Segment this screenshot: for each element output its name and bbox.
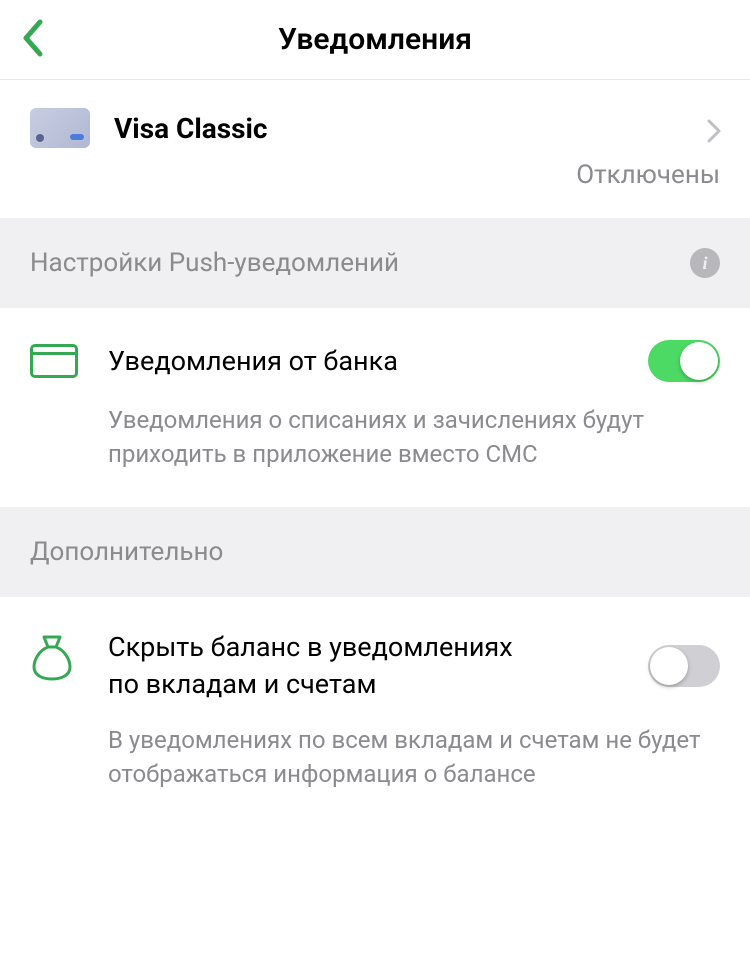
- setting-bank-notifications: Уведомления от банка Уведомления о списа…: [0, 308, 750, 507]
- card-item[interactable]: Visa Classic Отключены: [0, 80, 750, 218]
- toggle-knob: [650, 647, 688, 685]
- section-header-label: Настройки Push-уведомлений: [30, 248, 399, 278]
- credit-card-icon: [30, 108, 90, 148]
- setting-hide-balance: Скрыть баланс в уведомлениях по вкладам …: [0, 597, 750, 827]
- page-title: Уведомления: [20, 22, 730, 57]
- toggle-knob: [680, 342, 718, 380]
- section-header-label: Дополнительно: [30, 537, 223, 567]
- card-name: Visa Classic: [114, 112, 268, 145]
- section-header-push: Настройки Push-уведомлений i: [0, 218, 750, 308]
- money-bag-icon: [30, 633, 74, 681]
- setting-description: Уведомления о списаниях и зачислениях бу…: [108, 404, 720, 471]
- chevron-left-icon: [20, 18, 46, 58]
- setting-title: Скрыть баланс в уведомлениях по вкладам …: [108, 629, 528, 702]
- info-icon[interactable]: i: [690, 248, 720, 278]
- card-outline-icon: [30, 344, 78, 378]
- section-header-additional: Дополнительно: [0, 507, 750, 597]
- card-status: Отключены: [0, 160, 750, 218]
- chevron-right-icon: [706, 118, 722, 148]
- setting-description: В уведомлениях по всем вкладам и счетам …: [108, 724, 720, 791]
- header-bar: Уведомления: [0, 0, 750, 80]
- back-button[interactable]: [20, 18, 46, 62]
- setting-title: Уведомления от банка: [108, 343, 398, 379]
- toggle-bank-notifications[interactable]: [648, 340, 720, 382]
- toggle-hide-balance[interactable]: [648, 645, 720, 687]
